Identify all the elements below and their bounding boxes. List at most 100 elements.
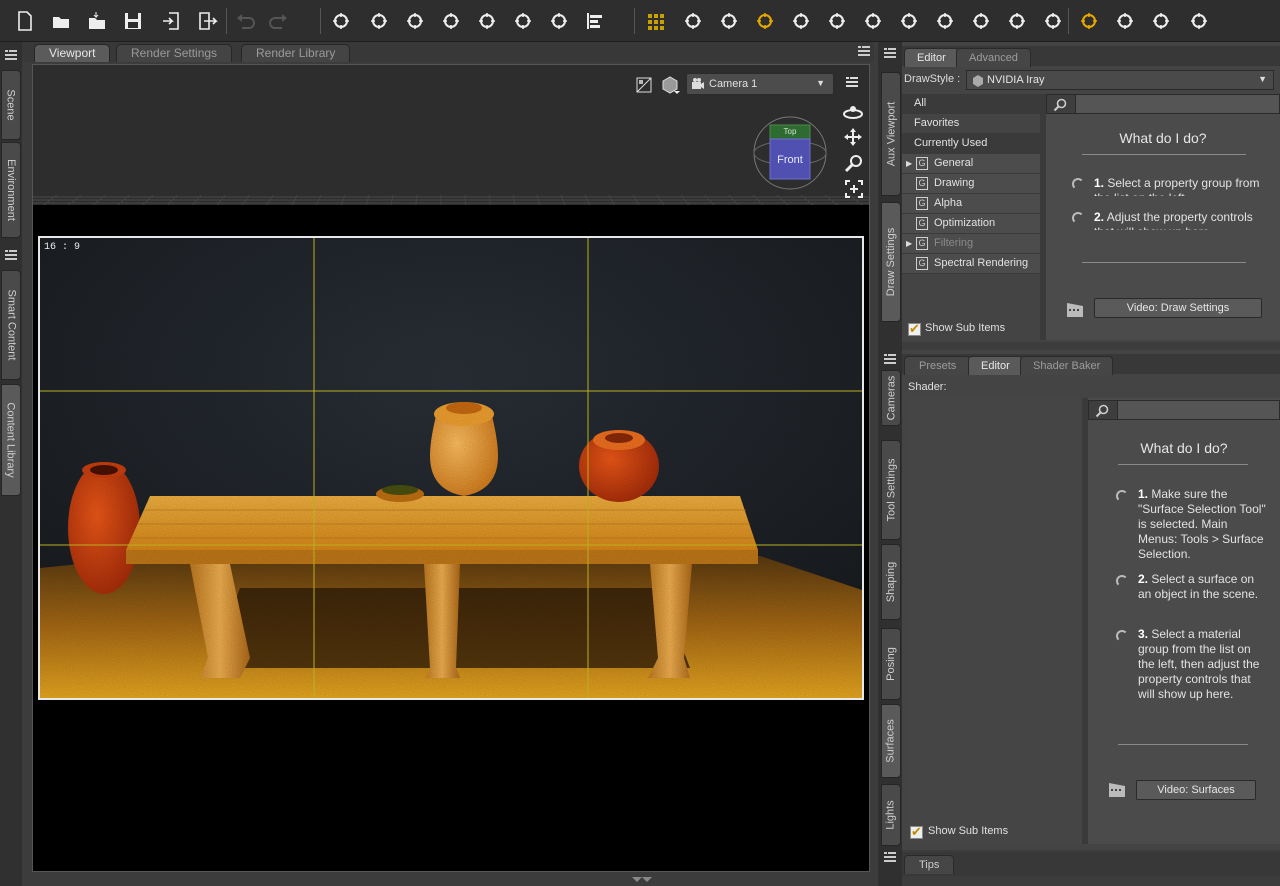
render-settings-icon[interactable] bbox=[1076, 8, 1102, 34]
display-optimization-icon[interactable] bbox=[636, 77, 652, 93]
tab-tool-settings[interactable]: Tool Settings bbox=[881, 440, 901, 540]
filter-currently-used[interactable]: Currently Used bbox=[902, 134, 1040, 154]
figure-tool-icon[interactable] bbox=[1004, 8, 1030, 34]
shader-label: Shader: bbox=[908, 381, 947, 393]
group-label: Alpha bbox=[934, 197, 963, 209]
viewport-menu-icon[interactable] bbox=[844, 75, 860, 89]
drawstyle-select[interactable]: NVIDIA Iray ▼ bbox=[966, 70, 1274, 90]
panel-menu-icon[interactable] bbox=[3, 48, 19, 62]
group-drawing[interactable]: G Drawing bbox=[902, 174, 1040, 194]
scale-tool-icon[interactable] bbox=[860, 8, 886, 34]
expand-arrow-icon[interactable]: ▶ bbox=[906, 154, 912, 173]
collapse-handle-icon[interactable] bbox=[630, 876, 654, 884]
zoom-icon[interactable] bbox=[844, 153, 864, 173]
tab-posing[interactable]: Posing bbox=[881, 628, 901, 700]
tab-editor[interactable]: Editor bbox=[904, 48, 959, 67]
viewport-lower-area bbox=[33, 701, 869, 871]
group-icon: G bbox=[916, 257, 928, 270]
morph-tool-icon[interactable] bbox=[932, 8, 958, 34]
tab-posing-label: Posing bbox=[885, 647, 898, 681]
new-file-icon[interactable] bbox=[12, 8, 38, 34]
tab-environment[interactable]: Environment bbox=[1, 142, 21, 238]
video-surfaces-button[interactable]: Video: Surfaces bbox=[1136, 780, 1256, 800]
orbit-icon[interactable] bbox=[842, 103, 864, 121]
surface-search-input[interactable] bbox=[1117, 401, 1279, 419]
select-tool-icon[interactable] bbox=[716, 8, 742, 34]
spotlight-icon[interactable] bbox=[366, 8, 392, 34]
tab-cameras[interactable]: Cameras bbox=[881, 370, 901, 426]
tab-lights[interactable]: Lights bbox=[881, 784, 901, 846]
property-search-input[interactable] bbox=[1075, 95, 1279, 113]
group-icon: G bbox=[916, 197, 928, 210]
tab-shaping[interactable]: Shaping bbox=[881, 544, 901, 620]
rotate-tool-icon[interactable] bbox=[788, 8, 814, 34]
tab-render-library[interactable]: Render Library bbox=[241, 44, 351, 62]
surface-select-icon[interactable] bbox=[752, 8, 778, 34]
expand-arrow-icon[interactable]: ▶ bbox=[906, 234, 912, 253]
import-icon[interactable] bbox=[158, 8, 184, 34]
view-cube[interactable]: Top Front bbox=[752, 115, 828, 191]
spot-render-icon[interactable] bbox=[1112, 8, 1138, 34]
filter-favorites[interactable]: Favorites bbox=[902, 114, 1040, 134]
group-spectral-rendering[interactable]: G Spectral Rendering bbox=[902, 254, 1040, 274]
undo-icon[interactable] bbox=[232, 8, 258, 34]
align-icon[interactable] bbox=[582, 8, 608, 34]
render-icon[interactable] bbox=[1148, 8, 1174, 34]
export-icon[interactable] bbox=[194, 8, 220, 34]
tab-tips[interactable]: Tips bbox=[904, 855, 955, 874]
tab-draw-settings[interactable]: Draw Settings bbox=[881, 202, 901, 322]
group-filtering[interactable]: ▶ G Filtering bbox=[902, 234, 1040, 254]
distant-light-icon[interactable] bbox=[438, 8, 464, 34]
iray-render-icon[interactable] bbox=[644, 8, 670, 34]
tab-lights-label: Lights bbox=[885, 800, 898, 830]
camera-select[interactable]: Camera 1 ▼ bbox=[686, 73, 834, 95]
tab-surfaces-editor[interactable]: Editor bbox=[968, 356, 1023, 375]
panel-menu-icon[interactable] bbox=[882, 850, 898, 864]
camera-plus-icon[interactable] bbox=[328, 8, 354, 34]
merge-file-icon[interactable] bbox=[84, 8, 110, 34]
tab-aux-viewport[interactable]: Aux Viewport bbox=[881, 72, 901, 196]
node-select-icon[interactable] bbox=[546, 8, 572, 34]
group-general[interactable]: ▶ G General bbox=[902, 154, 1040, 174]
save-icon[interactable] bbox=[120, 8, 146, 34]
tab-viewport[interactable]: Viewport bbox=[34, 44, 111, 62]
frame-icon[interactable] bbox=[844, 179, 864, 199]
property-search[interactable] bbox=[1046, 94, 1280, 114]
primitive-icon[interactable] bbox=[510, 8, 536, 34]
tab-shader-baker[interactable]: Shader Baker bbox=[1020, 356, 1114, 375]
geometry-editor-icon[interactable] bbox=[968, 8, 994, 34]
surface-search[interactable] bbox=[1088, 400, 1280, 420]
linear-light-icon[interactable] bbox=[474, 8, 500, 34]
tab-render-settings[interactable]: Render Settings bbox=[116, 44, 233, 62]
joint-editor-icon[interactable] bbox=[896, 8, 922, 34]
group-optimization[interactable]: G Optimization bbox=[902, 214, 1040, 234]
tab-scene[interactable]: Scene bbox=[1, 70, 21, 140]
tab-surfaces[interactable]: Surfaces bbox=[881, 704, 901, 778]
filter-all[interactable]: All bbox=[902, 94, 1040, 114]
translate-tool-icon[interactable] bbox=[824, 8, 850, 34]
show-sub-items-checkbox[interactable] bbox=[908, 321, 921, 337]
video-draw-settings-button[interactable]: Video: Draw Settings bbox=[1094, 298, 1262, 318]
show-sub-items-checkbox[interactable] bbox=[910, 824, 923, 840]
panel-menu-icon[interactable] bbox=[882, 46, 898, 60]
tab-advanced[interactable]: Advanced bbox=[956, 48, 1031, 67]
open-file-icon[interactable] bbox=[48, 8, 74, 34]
panel-menu-icon[interactable] bbox=[856, 44, 872, 58]
group-alpha[interactable]: G Alpha bbox=[902, 194, 1040, 214]
tab-presets[interactable]: Presets bbox=[904, 356, 972, 375]
tab-content-library[interactable]: Content Library bbox=[1, 384, 21, 496]
tab-smart-content[interactable]: Smart Content bbox=[1, 270, 21, 380]
viewport[interactable]: Camera 1 ▼ Top Front 16: 9 bbox=[32, 64, 870, 872]
camera-snapshot-icon[interactable] bbox=[1186, 8, 1212, 34]
universal-tool-icon[interactable] bbox=[680, 8, 706, 34]
video-icon bbox=[1067, 303, 1083, 317]
render-camera-icon[interactable] bbox=[1040, 8, 1066, 34]
surface-list[interactable] bbox=[906, 398, 1082, 844]
step-text: Adjust the property controls that will s… bbox=[1094, 210, 1253, 230]
panel-menu-icon[interactable] bbox=[882, 352, 898, 366]
pan-icon[interactable] bbox=[843, 127, 863, 147]
point-light-icon[interactable] bbox=[402, 8, 428, 34]
redo-icon[interactable] bbox=[266, 8, 292, 34]
panel-menu-icon[interactable] bbox=[3, 248, 19, 262]
draw-style-icon[interactable] bbox=[659, 73, 681, 95]
